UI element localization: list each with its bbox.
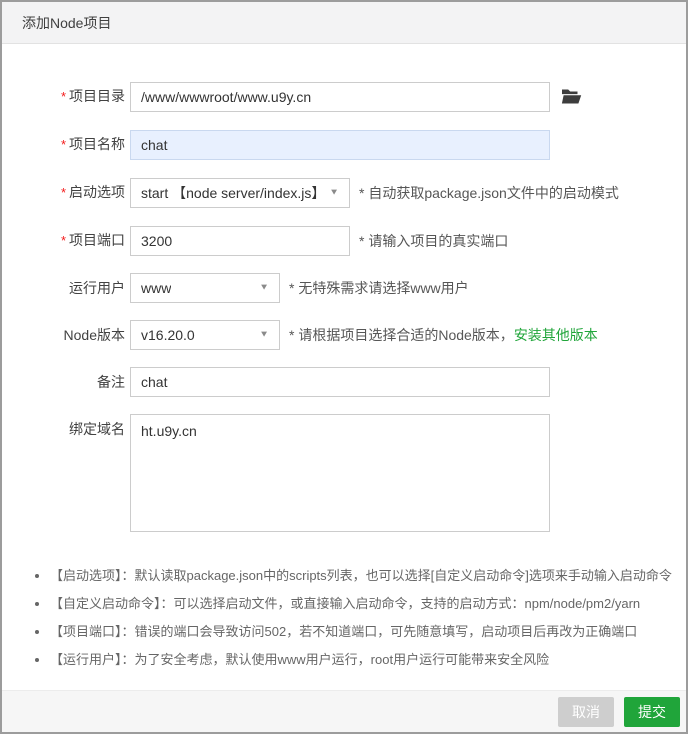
start-option-label: *启动选项: [2, 177, 130, 208]
help-notes: 【启动选项】：默认读取package.json中的scripts列表，也可以选择…: [2, 562, 686, 674]
note-run-user: 【运行用户】：为了安全考虑，默认使用www用户运行，root用户运行可能带来安全…: [50, 646, 686, 674]
folder-open-icon: [561, 88, 582, 105]
remark-input[interactable]: [130, 367, 550, 397]
node-version-label: Node版本: [2, 320, 130, 350]
required-mark: *: [61, 233, 66, 248]
dialog-titlebar: 添加Node项目: [2, 2, 686, 44]
note-project-port: 【项目端口】：错误的端口会导致访问502，若不知道端口，可先随意填写，启动项目后…: [50, 618, 686, 646]
install-other-version-link[interactable]: 安装其他版本: [514, 327, 598, 343]
browse-directory-button[interactable]: [559, 86, 584, 107]
run-user-select[interactable]: www ▼: [130, 273, 280, 303]
project-port-hint: * 请输入项目的真实端口: [359, 231, 508, 251]
chevron-down-icon: ▼: [259, 331, 269, 340]
chevron-down-icon: ▼: [329, 188, 339, 197]
form-row-project-port: *项目端口 * 请输入项目的真实端口: [2, 225, 686, 256]
chevron-down-icon: ▼: [259, 284, 269, 293]
form-row-project-name: *项目名称: [2, 129, 686, 160]
form-row-node-version: Node版本 v16.20.0 ▼ * 请根据项目选择合适的Node版本，安装其…: [2, 320, 686, 350]
form-row-remark: 备注: [2, 367, 686, 397]
remark-label: 备注: [2, 367, 130, 397]
dialog-footer: 取消 提交: [2, 690, 686, 732]
node-version-hint: * 请根据项目选择合适的Node版本，安装其他版本: [289, 325, 598, 345]
run-user-hint: * 无特殊需求请选择www用户: [289, 278, 469, 298]
add-node-project-dialog: 添加Node项目 *项目目录 *项目名称 *启动选项 start 【node s…: [0, 0, 688, 734]
submit-button[interactable]: 提交: [624, 697, 680, 727]
run-user-value: www: [141, 280, 171, 296]
form-row-bind-domain: 绑定域名 ht.u9y.cn: [2, 414, 686, 532]
project-port-label: *项目端口: [2, 225, 130, 256]
start-option-select[interactable]: start 【node server/index.js】 ▼: [130, 178, 350, 208]
project-port-input[interactable]: [130, 226, 350, 256]
note-custom-command: 【自定义启动命令】：可以选择启动文件，或直接输入启动命令，支持的启动方式：npm…: [50, 590, 686, 618]
form-row-start-option: *启动选项 start 【node server/index.js】 ▼ * 自…: [2, 177, 686, 208]
required-mark: *: [61, 185, 66, 200]
run-user-label: 运行用户: [2, 273, 130, 303]
project-name-input[interactable]: [130, 130, 550, 160]
project-directory-input[interactable]: [130, 82, 550, 112]
required-mark: *: [61, 137, 66, 152]
node-version-value: v16.20.0: [141, 327, 195, 343]
node-version-select[interactable]: v16.20.0 ▼: [130, 320, 280, 350]
bind-domain-textarea[interactable]: ht.u9y.cn: [130, 414, 550, 532]
bind-domain-label: 绑定域名: [2, 414, 130, 444]
note-start-option: 【启动选项】：默认读取package.json中的scripts列表，也可以选择…: [50, 562, 686, 590]
dialog-title: 添加Node项目: [22, 13, 111, 33]
project-name-label: *项目名称: [2, 129, 130, 160]
start-option-hint: * 自动获取package.json文件中的启动模式: [359, 183, 619, 203]
form-row-project-directory: *项目目录: [2, 81, 686, 112]
start-option-value: start 【node server/index.js】: [141, 183, 325, 203]
required-mark: *: [61, 89, 66, 104]
cancel-button[interactable]: 取消: [558, 697, 614, 727]
project-directory-label: *项目目录: [2, 81, 130, 112]
form-row-run-user: 运行用户 www ▼ * 无特殊需求请选择www用户: [2, 273, 686, 303]
dialog-body: *项目目录 *项目名称 *启动选项 start 【node server/ind…: [2, 44, 686, 690]
